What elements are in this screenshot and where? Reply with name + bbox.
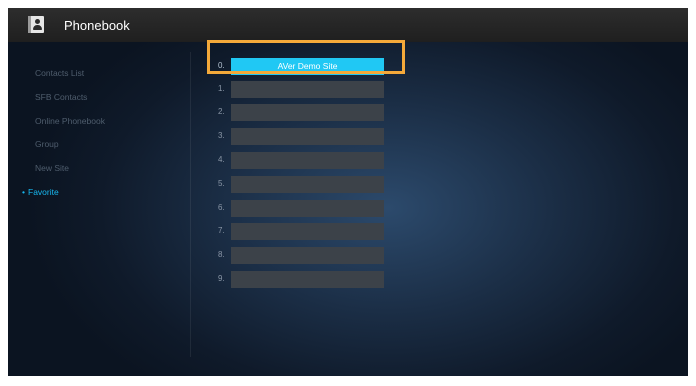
phonebook-screen: Phonebook Contacts List SFB Contacts Onl… [8, 8, 688, 376]
sidebar-item-label: Online Phonebook [35, 116, 105, 126]
sidebar-item-sfb-contacts[interactable]: SFB Contacts [35, 92, 87, 102]
slot-button[interactable] [231, 104, 384, 121]
sidebar-item-new-site[interactable]: New Site [35, 163, 69, 173]
favorite-slot-1[interactable]: 1. [203, 81, 403, 98]
slot-button[interactable] [231, 200, 384, 217]
favorite-slot-5[interactable]: 5. [203, 176, 403, 193]
panel-divider [190, 52, 191, 357]
slot-number: 1. [218, 84, 225, 93]
favorite-slot-3[interactable]: 3. [203, 128, 403, 145]
slot-number: 3. [218, 131, 225, 140]
sidebar-item-label: SFB Contacts [35, 92, 88, 102]
focus-highlight [207, 40, 405, 74]
slot-number: 6. [218, 203, 225, 212]
title-bar: Phonebook [8, 8, 688, 42]
slot-number: 9. [218, 274, 225, 283]
favorite-slot-7[interactable]: 7. [203, 223, 403, 240]
page-title: Phonebook [64, 18, 130, 33]
slot-number: 7. [218, 226, 225, 235]
favorite-slot-4[interactable]: 4. [203, 152, 403, 169]
sidebar-item-group[interactable]: Group [35, 139, 59, 149]
slot-button[interactable] [231, 223, 384, 240]
slot-number: 8. [218, 250, 225, 259]
slot-button[interactable] [231, 128, 384, 145]
slot-number: 4. [218, 155, 225, 164]
favorite-slot-2[interactable]: 2. [203, 104, 403, 121]
favorite-slot-9[interactable]: 9. [203, 271, 403, 288]
slot-button[interactable] [231, 81, 384, 98]
sidebar-item-label: Group [35, 139, 59, 149]
sidebar-item-label: Contacts List [35, 68, 85, 78]
slot-button[interactable] [231, 152, 384, 169]
slot-button[interactable] [231, 247, 384, 264]
sidebar-item-favorite[interactable]: • Favorite [22, 187, 59, 197]
favorite-slot-6[interactable]: 6. [203, 200, 403, 217]
sidebar: Contacts List SFB Contacts Online Phoneb… [8, 42, 190, 376]
slot-number: 2. [218, 107, 225, 116]
slot-button[interactable] [231, 271, 384, 288]
phonebook-icon [28, 16, 44, 33]
slot-button[interactable] [231, 176, 384, 193]
slot-number: 5. [218, 179, 225, 188]
sidebar-item-label: Favorite [28, 187, 59, 197]
favorite-slot-8[interactable]: 8. [203, 247, 403, 264]
sidebar-item-online-phonebook[interactable]: Online Phonebook [35, 116, 105, 126]
sidebar-item-contacts-list[interactable]: Contacts List [35, 68, 84, 78]
sidebar-item-label: New Site [35, 163, 70, 173]
